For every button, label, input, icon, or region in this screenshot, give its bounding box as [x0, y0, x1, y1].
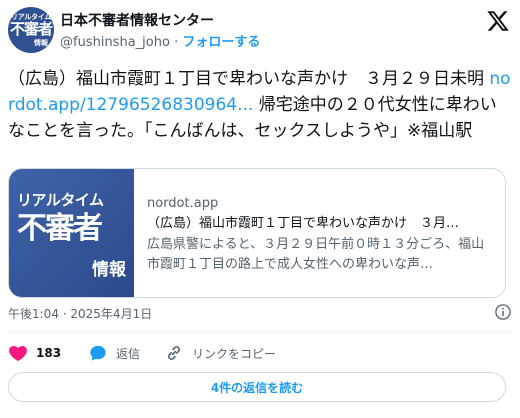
action-bar: 183 返信 リンクをコピー — [8, 342, 512, 364]
x-logo-icon[interactable] — [486, 9, 510, 33]
tweet-text-part-1: （広島）福山市霞町１丁目で卑わいな声かけ ３月２９日未明 — [8, 69, 490, 89]
like-button[interactable]: 183 — [8, 342, 61, 364]
info-icon[interactable] — [494, 303, 512, 321]
handle-row: @fushinsha_joho · フォローする — [60, 31, 260, 50]
reply-button[interactable]: 返信 — [88, 342, 140, 364]
copy-link-button[interactable]: リンクをコピー — [164, 342, 276, 364]
reply-bubble-icon — [90, 345, 106, 361]
user-handle[interactable]: @fushinsha_joho — [60, 35, 170, 50]
tweet-timestamp[interactable]: 午後1:04 · 2025年4月1日 — [8, 305, 152, 322]
card-thumbnail-text-top: リアルタイム — [17, 191, 104, 209]
divider — [8, 331, 512, 332]
card-thumbnail-text-bot: 情報 — [92, 260, 126, 280]
card-thumbnail-text-mid: 不審者 — [17, 211, 103, 246]
reply-label: 返信 — [116, 346, 141, 361]
card-domain: nordot.app — [147, 196, 219, 211]
copy-link-label: リンクをコピー — [192, 346, 277, 361]
card-title: （広島）福山市霞町１丁目で卑わいな声かけ ３月… — [147, 216, 460, 231]
avatar[interactable]: リアルタイム 不審者 情報 — [8, 7, 54, 53]
card-thumbnail: リアルタイム 不審者 情報 — [9, 169, 134, 297]
like-count: 183 — [36, 346, 62, 360]
heart-icon — [9, 346, 27, 361]
separator-dot: · — [174, 35, 179, 50]
read-replies-button[interactable]: 4件の返信を読む — [8, 372, 506, 402]
tweet-header: リアルタイム 不審者 情報 日本不審者情報センター @fushinsha_joh… — [8, 7, 512, 53]
card-description: 広島県警によると、３月２９日午前０時１３分ごろ、福山市霞町１丁目の路上で成人女性… — [147, 237, 485, 272]
display-name[interactable]: 日本不審者情報センター — [60, 10, 214, 30]
avatar-text-mid: 不審者 — [9, 20, 53, 38]
link-preview-card[interactable]: リアルタイム 不審者 情報 nordot.app （広島）福山市霞町１丁目で卑わ… — [8, 168, 506, 298]
card-body: nordot.app （広島）福山市霞町１丁目で卑わいな声かけ ３月… 広島県警… — [147, 195, 497, 275]
link-icon — [168, 346, 180, 360]
follow-button[interactable]: フォローする — [182, 35, 260, 50]
tweet-text: （広島）福山市霞町１丁目で卑わいな声かけ ３月２９日未明 nordot.app/… — [8, 66, 512, 144]
avatar-text-bot: 情報 — [34, 39, 48, 47]
